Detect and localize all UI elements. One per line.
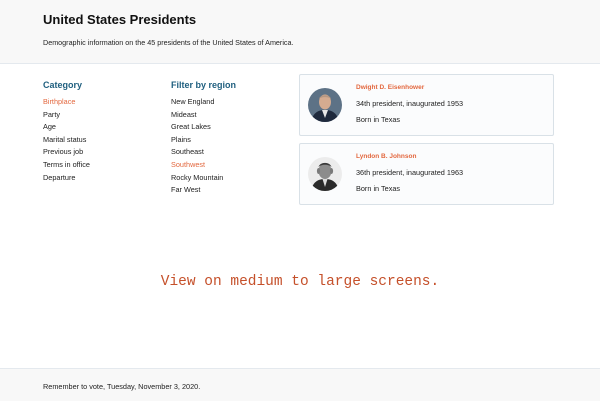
region-heading: Filter by region — [171, 80, 237, 90]
page-footer: Remember to vote, Tuesday, November 3, 2… — [0, 368, 600, 401]
category-item-birthplace[interactable]: Birthplace — [43, 96, 90, 109]
president-term: 36th president, inaugurated 1963 — [356, 168, 464, 177]
portrait-image — [308, 157, 342, 191]
region-item-southeast[interactable]: Southeast — [171, 146, 223, 159]
category-list: Birthplace Party Age Marital status Prev… — [43, 96, 90, 184]
category-item-party[interactable]: Party — [43, 109, 90, 122]
president-card[interactable]: Dwight D. Eisenhower 34th president, ina… — [299, 74, 554, 136]
region-item-rocky-mountain[interactable]: Rocky Mountain — [171, 172, 223, 185]
region-item-new-england[interactable]: New England — [171, 96, 223, 109]
president-card[interactable]: Lyndon B. Johnson 36th president, inaugu… — [299, 143, 554, 205]
president-birthplace: Born in Texas — [356, 115, 401, 124]
category-item-marital-status[interactable]: Marital status — [43, 134, 90, 147]
category-heading: Category — [43, 80, 83, 90]
region-item-southwest[interactable]: Southwest — [171, 159, 223, 172]
president-birthplace: Born in Texas — [356, 184, 401, 193]
footer-text: Remember to vote, Tuesday, November 3, 2… — [43, 382, 201, 391]
screen-size-notice: View on medium to large screens. — [160, 274, 440, 290]
region-list: New England Mideast Great Lakes Plains S… — [171, 96, 223, 197]
president-name: Lyndon B. Johnson — [356, 153, 417, 160]
page-header: United States Presidents Demographic inf… — [0, 0, 600, 64]
page-title: United States Presidents — [43, 12, 197, 27]
president-portrait — [308, 88, 342, 122]
category-item-age[interactable]: Age — [43, 121, 90, 134]
president-portrait — [308, 157, 342, 191]
president-term: 34th president, inaugurated 1953 — [356, 99, 464, 108]
category-item-departure[interactable]: Departure — [43, 172, 90, 185]
page-subtitle: Demographic information on the 45 presid… — [43, 38, 294, 47]
region-item-far-west[interactable]: Far West — [171, 184, 223, 197]
region-item-mideast[interactable]: Mideast — [171, 109, 223, 122]
region-item-great-lakes[interactable]: Great Lakes — [171, 121, 223, 134]
president-name: Dwight D. Eisenhower — [356, 84, 425, 91]
region-item-plains[interactable]: Plains — [171, 134, 223, 147]
category-item-previous-job[interactable]: Previous job — [43, 146, 90, 159]
portrait-image — [308, 88, 342, 122]
category-item-terms-in-office[interactable]: Terms in office — [43, 159, 90, 172]
